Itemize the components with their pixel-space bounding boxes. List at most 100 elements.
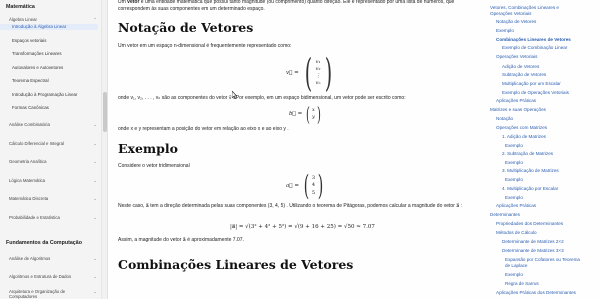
toc-link[interactable]: Regra de Sarrus (505, 281, 539, 287)
toc-link[interactable]: Matrizes e suas Operações (490, 107, 546, 113)
sidebar-item-label: Análise Combinatória (9, 122, 50, 127)
toc-link[interactable]: Notação (496, 116, 513, 122)
notation-paragraph-3: onde x e y representam a posição do veto… (118, 126, 289, 132)
sidebar-subitem-transformacoes[interactable]: Transformações Lineares (0, 51, 101, 57)
toc-link[interactable]: 1. Adição de Matrizes (502, 134, 546, 140)
toc-link[interactable]: Subtração de Vetores (502, 72, 546, 78)
chevron-down-icon[interactable]: ⌄ (93, 159, 97, 165)
toc-link[interactable]: Multiplicação por um Escalar (502, 81, 561, 87)
toc-link[interactable]: Operações Vetoriais (496, 54, 537, 60)
toc-link[interactable]: Vetores, Combinações Lineares e (490, 5, 559, 11)
toc-link[interactable]: Exemplo (505, 143, 523, 149)
sidebar-subitem-espacos-vetoriais[interactable]: Espaços vetoriais (0, 38, 101, 44)
toc-link[interactable]: Exemplo de Combinação Linear (502, 45, 567, 51)
sidebar-item-label: Arquitetura e Organização de Computadore… (9, 289, 66, 299)
toc-link[interactable]: Adição de Vetores (502, 64, 539, 70)
toc-link[interactable]: Exemplo (505, 177, 523, 183)
sidebar-section-title: Matemática (6, 4, 35, 10)
toc-link[interactable]: Exemplo (505, 160, 523, 166)
magnitude-formula: |a⃗| = √(3² + 4² + 5²) = √(9 + 16 + 25) … (230, 224, 375, 230)
toc-link[interactable]: Notação de Vetores (496, 19, 536, 25)
toc-link[interactable]: Combinações Lineares de Vetores (496, 37, 571, 43)
toc-link[interactable]: de Laplace (505, 263, 527, 269)
vector-b-formula: b⃗ = ( x y ) (289, 104, 323, 124)
sidebar-section-title-2: Fundamentos da Computação (6, 239, 82, 246)
vector-component: ⋮ (315, 73, 321, 79)
toc-link[interactable]: Exemplo (505, 272, 523, 278)
toc-link[interactable]: Operações com Matrizes (496, 125, 547, 131)
sidebar-item-algoritmos-estrutura[interactable]: Algoritmos e Estrutura de Dados ⌄ (0, 274, 101, 280)
toc-link[interactable]: Propriedades dos Determinantes (496, 221, 563, 227)
toc-link[interactable]: Operações Vetoriais (490, 11, 531, 17)
heading-combinacoes-lineares: Combinações Lineares de Vetores (118, 257, 354, 272)
toc-link[interactable]: 3. Multiplicação de Matrizes (502, 168, 559, 174)
sidebar-item-algebra-linear[interactable]: Álgebra Linear ⌃ (0, 17, 101, 23)
sidebar-item-arquitetura[interactable]: Arquitetura e Organização de Computadore… (0, 289, 101, 299)
sidebar-scrollbar-thumb[interactable] (103, 92, 107, 132)
toc-link[interactable]: Exemplo (505, 195, 523, 201)
sidebar-scrollbar[interactable] (102, 0, 108, 299)
sidebar-item-label: Algoritmos e Estrutura de Dados (9, 274, 72, 279)
vector-a-formula: a⃗ = ( 3 4 5 ) (286, 172, 326, 200)
vector-component: 3 (311, 175, 316, 182)
vector-component: x (312, 106, 315, 113)
chevron-down-icon[interactable]: ⌄ (93, 289, 97, 295)
sidebar-subitem-autovalores[interactable]: Autovalores e Autovetores (0, 65, 101, 71)
example-paragraph-3: Assim, a magnitude do vetor a⃗ é aproxim… (118, 237, 244, 243)
sidebar-item-label: Lógica Matemática (9, 177, 46, 183)
vector-component: y (312, 114, 315, 120)
toc-link[interactable]: 4. Multiplicação por Escalar (502, 186, 558, 192)
sidebar-item-geometria[interactable]: Geometria Analítica ⌄ (0, 159, 101, 165)
intro-bold-term: vetor (127, 0, 140, 5)
vector-v-lhs: v⃗ = (286, 70, 299, 76)
sidebar-item-logica[interactable]: Lógica Matemática ⌄ (0, 178, 101, 184)
vector-component: v₁ (315, 58, 321, 65)
intro-paragraph: Um vetor é uma entidade matemática que p… (118, 0, 476, 13)
sidebar-item-label: Álgebra Linear (9, 17, 37, 22)
chevron-down-icon[interactable]: ⌄ (93, 141, 97, 147)
sidebar-subitem-formas-canonicas[interactable]: Formas Canônicas (0, 105, 101, 111)
sidebar-item-discreta[interactable]: Matemática Discreta ⌄ (0, 196, 101, 202)
vector-component: 4 (311, 182, 316, 189)
example-paragraph-1: Considere o vetor tridimensional (118, 163, 190, 169)
sidebar-item-analise-combinatoria[interactable]: Análise Combinatória ⌄ (0, 122, 101, 128)
intro-prefix: Um (118, 0, 128, 5)
sidebar-item-label: Análise de Algoritmos (9, 255, 51, 261)
sidebar-item-probabilidade[interactable]: Probabilidade e Estatística ⌄ (0, 215, 101, 221)
vector-v-formula: v⃗ = ( v₁ v₂ ⋮ vₙ ) (286, 54, 335, 92)
sidebar-item-calculo[interactable]: Cálculo Diferencial e Integral ⌄ (0, 141, 101, 147)
toc-link[interactable]: Determinante de Matrizes 3×3 (502, 248, 564, 254)
sidebar-subitem-programacao-linear[interactable]: Introdução à Programação Linear (0, 92, 101, 98)
sidebar-item-label: Matemática Discreta (9, 196, 49, 201)
toc-link[interactable]: Determinante de Matrizes 2×2 (502, 239, 564, 245)
toc-link[interactable]: Expansão por Cofatores ou Teorema (505, 257, 580, 263)
toc-link[interactable]: Exemplo (496, 28, 514, 34)
vector-component: 5 (311, 189, 316, 196)
left-sidebar: Matemática Álgebra Linear ⌃ Introdução à… (0, 0, 102, 299)
chevron-down-icon[interactable]: ⌄ (93, 215, 97, 221)
heading-notacao-vetores: Notação de Vetores (118, 20, 254, 35)
chevron-down-icon[interactable]: ⌄ (93, 274, 97, 280)
vector-v-matrix: ( v₁ v₂ ⋮ vₙ ) (304, 51, 332, 95)
toc-link[interactable]: Aplicações Práticas (496, 203, 536, 209)
chevron-down-icon[interactable]: ⌄ (93, 178, 97, 184)
toc-link[interactable]: Exemplo de Operações Vetoriais (502, 90, 569, 96)
sidebar-subitem-introducao[interactable]: Introdução à Álgebra Linear (0, 24, 98, 30)
main-content: Um vetor é uma entidade matemática que p… (118, 0, 478, 299)
toc-link[interactable]: Métodos de Cálculo (496, 230, 537, 236)
toc-link[interactable]: Determinantes (490, 212, 520, 218)
intro-rest: é uma entidade matemática que possui tan… (118, 0, 455, 12)
chevron-up-icon[interactable]: ⌃ (93, 17, 97, 23)
chevron-down-icon[interactable]: ⌄ (93, 256, 97, 262)
sidebar-item-analise-algoritmos[interactable]: Análise de Algoritmos ⌄ (0, 256, 101, 262)
toc-link[interactable]: Aplicações Práticas (496, 98, 536, 104)
notation-paragraph-1: Um vetor em um espaço n-dimensional é fr… (118, 43, 292, 49)
sidebar-item-label: Cálculo Diferencial e Integral (9, 140, 64, 146)
toc-link[interactable]: Aplicações Práticas dos Determinantes (496, 290, 576, 296)
chevron-down-icon[interactable]: ⌄ (93, 122, 97, 128)
sidebar-subitem-teorema-espectral[interactable]: Teorema Espectral (0, 78, 101, 84)
vector-a-lhs: a⃗ = (286, 183, 299, 189)
toc-link[interactable]: 2. Subtração de Matrizes (502, 151, 553, 157)
chevron-down-icon[interactable]: ⌄ (93, 196, 97, 202)
table-of-contents: Vetores, Combinações Lineares e Operações… (490, 0, 598, 299)
